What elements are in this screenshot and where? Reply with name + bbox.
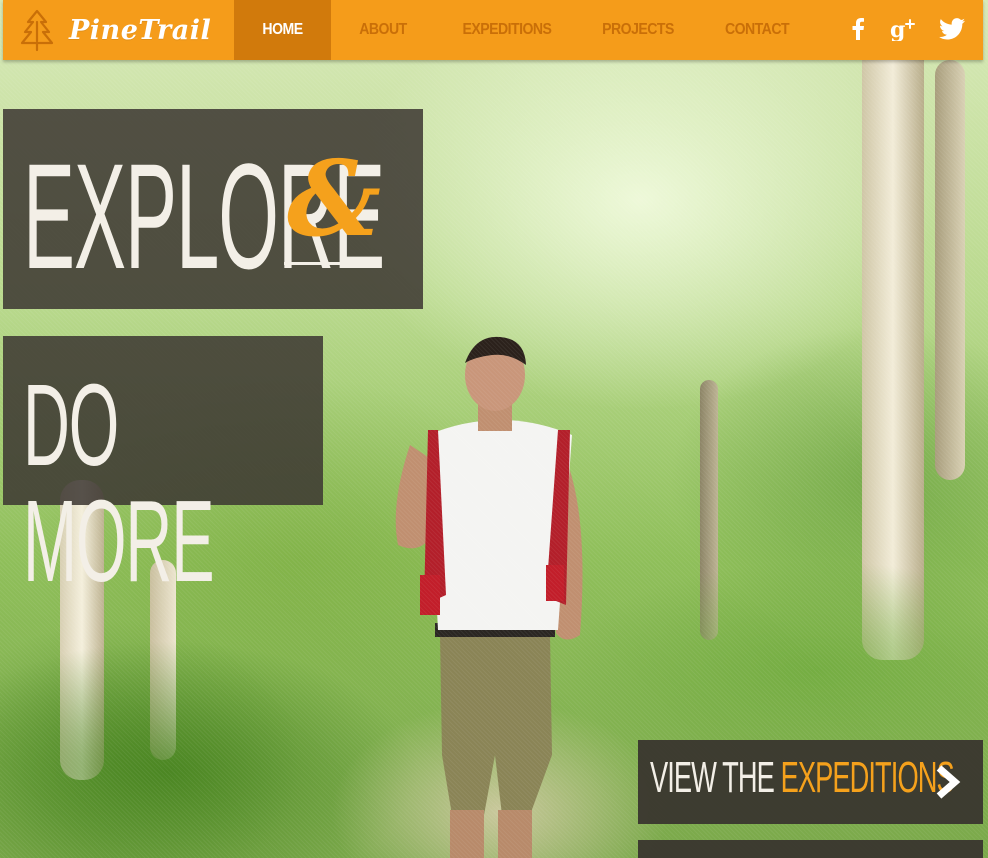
cta-highlight: EXPEDITIONS xyxy=(780,753,955,802)
brand-logo[interactable]: PineTrail xyxy=(17,8,211,52)
pine-tree-icon xyxy=(20,9,54,52)
ampersand-underline xyxy=(284,262,376,265)
cta-label: VIEW THE EXPEDITIONS xyxy=(650,753,955,802)
brand-name: PineTrail xyxy=(69,14,212,46)
facebook-icon[interactable] xyxy=(843,14,873,44)
headline-panel-do-more: DO MORE xyxy=(3,336,323,599)
cta-prefix: VIEW THE xyxy=(650,753,781,802)
headline-ampersand: & xyxy=(287,137,381,260)
hiker-figure xyxy=(395,336,583,858)
nav-about-link[interactable]: ABOUT xyxy=(348,0,418,60)
nav-home-link[interactable]: HOME xyxy=(240,0,325,60)
secondary-cta-panel[interactable] xyxy=(638,840,983,858)
headline-do-more: DO MORE xyxy=(23,360,215,606)
nav-projects-link[interactable]: PROJECTS xyxy=(597,0,680,60)
top-navigation-bar: PineTrail HOME ABOUT EXPEDITIONS PROJECT… xyxy=(3,0,983,60)
google-plus-icon[interactable]: g xyxy=(889,14,919,44)
chevron-right-icon xyxy=(936,765,961,799)
view-expeditions-button[interactable]: VIEW THE EXPEDITIONS xyxy=(638,740,983,824)
nav-expeditions-link[interactable]: EXPEDITIONS xyxy=(454,0,560,60)
headline-panel-explore: EXPLORE & xyxy=(3,109,423,309)
svg-text:g: g xyxy=(890,17,905,41)
twitter-icon[interactable] xyxy=(937,14,967,44)
nav-contact-link[interactable]: CONTACT xyxy=(717,0,798,60)
